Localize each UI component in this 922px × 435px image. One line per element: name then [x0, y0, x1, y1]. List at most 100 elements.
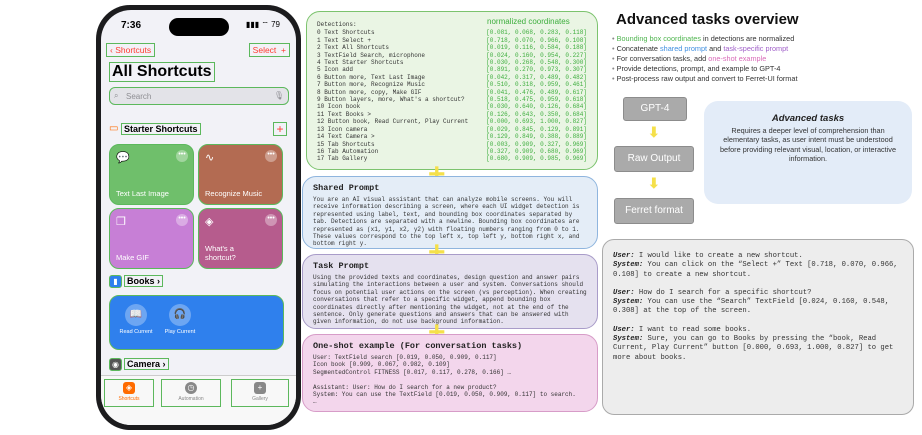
one-shot-line: Icon book [0.909, 0.067, 0.982, 0.109] [313, 361, 450, 369]
read-current-item[interactable]: 📖 Read Current [116, 304, 156, 335]
detection-coords: [0.891, 0.270, 0.973, 0.307] [486, 66, 587, 74]
detection-label: 13 Icon camera [317, 125, 368, 133]
back-label: Shortcuts [115, 45, 152, 55]
detection-coords: [0.518, 0.475, 0.959, 0.618] [486, 96, 587, 104]
tile-label: Text Last Image [116, 189, 169, 198]
detection-coords: [0.019, 0.116, 0.584, 0.188] [486, 44, 587, 52]
advanced-tasks-title: Advanced tasks [771, 113, 845, 124]
detection-label: 16 Tab Automation [317, 147, 379, 155]
one-shot-line: System: You can use the TextField [0.019… [313, 391, 576, 399]
ferret-format-box: Ferret format [614, 198, 694, 224]
detection-coords: [0.126, 0.643, 0.350, 0.684] [486, 110, 587, 118]
one-shot-line: Assistant: User: How do I search for a n… [313, 383, 497, 391]
detection-row: 13 Icon camera [0.029, 0.845, 0.129, 0.89… [317, 126, 587, 133]
headphones-icon: 🎧 [169, 304, 191, 326]
detection-label: 3 TextField Search, microphone [317, 51, 426, 59]
detection-label: 4 Text Starter Shortcuts [317, 59, 404, 67]
detection-label: 10 Icon book [317, 103, 361, 111]
detection-row: 14 Text Camera > [0.129, 0.849, 0.388, 0.… [317, 133, 587, 140]
add-shortcut-icon[interactable]: + [273, 122, 287, 136]
overview-item: Post-process raw output and convert to F… [612, 74, 912, 84]
shortcut-tile-make-gif[interactable]: ❐ ••• Make GIF [109, 208, 194, 269]
camera-heading[interactable]: Camera › [124, 358, 169, 370]
back-button[interactable]: ‹ Shortcuts [106, 43, 156, 57]
books-card[interactable]: 📖 Read Current 🎧 Play Current [109, 295, 284, 350]
detection-coords: [0.129, 0.849, 0.388, 0.889] [486, 133, 587, 141]
detection-row: 11 Text Books > [0.126, 0.643, 0.350, 0.6… [317, 111, 587, 118]
task-prompt-panel: Task Prompt Using the provided texts and… [302, 254, 598, 329]
advanced-tasks-card: Advanced tasks Requires a deeper level o… [704, 101, 912, 204]
tile-label: What's a shortcut? [205, 244, 236, 262]
one-shot-title: One-shot example (For conversation tasks… [313, 341, 523, 351]
detection-label: 12 Button book, Read Current, Play Curre… [317, 118, 469, 126]
detection-label: 15 Tab Shortcuts [317, 140, 375, 148]
tile-label: Recognize Music [205, 189, 263, 198]
detection-coords: [0.327, 0.909, 0.680, 0.969] [486, 147, 587, 155]
gallery-tab-icon: + [254, 382, 266, 394]
detection-row: 8 Button more, copy, Make GIF [0.041, 0.4… [317, 89, 587, 96]
more-icon[interactable]: ••• [265, 214, 277, 226]
more-icon[interactable]: ••• [176, 214, 188, 226]
book-icon: ▮ [109, 275, 122, 288]
books-heading[interactable]: Books › [124, 275, 164, 287]
read-current-label: Read Current [119, 329, 153, 335]
detection-coords: [0.000, 0.693, 1.000, 0.827] [486, 118, 587, 126]
more-icon[interactable]: ••• [265, 150, 277, 162]
tab-bar: ◈ Shortcuts ◷ Automation + Gallery [101, 375, 296, 425]
play-current-item[interactable]: 🎧 Play Current [160, 304, 200, 335]
microphone-icon[interactable]: 🎙 [274, 91, 284, 100]
message-icon: 💬 [116, 152, 130, 164]
detection-label: 5 Icon add [317, 66, 354, 74]
detection-row: 1 Text Select + [0.718, 0.070, 0.966, 0.1… [317, 37, 587, 44]
dynamic-island [169, 18, 229, 36]
overview-item: Concatenate shared prompt and task-speci… [612, 44, 912, 54]
detections-list: 0 Text Shortcuts [0.081, 0.068, 0.283, 0.… [317, 29, 587, 162]
tab-shortcuts[interactable]: ◈ Shortcuts [104, 379, 154, 407]
layers-tab-icon: ◈ [123, 382, 135, 394]
waveform-icon: ∿ [205, 152, 215, 164]
search-placeholder: Search [126, 92, 152, 101]
raw-output-box: Raw Output [614, 146, 694, 172]
detection-label: 1 Text Select + [317, 36, 372, 44]
search-icon: ⌕ [114, 91, 119, 100]
overview-item: For conversation tasks, add one-shot exa… [612, 54, 912, 64]
one-shot-line: … [313, 398, 317, 406]
tab-gallery[interactable]: + Gallery [231, 379, 289, 407]
detection-coords: [0.024, 0.160, 0.954, 0.227] [486, 51, 587, 59]
conversation-turn: User: I want to read some books. System: … [613, 325, 894, 362]
advanced-tasks-body: Requires a deeper level of comprehension… [719, 125, 897, 164]
phone-mockup: 7:36 ▮▮▮ ⌔ 79 ‹ Shortcuts Select + All S… [96, 5, 301, 430]
down-arrow-icon: ⬇ [648, 175, 660, 191]
gpt4-box: GPT-4 [623, 97, 687, 121]
detection-label: 7 Button more, Recognize Music [317, 81, 426, 89]
task-prompt-body: Using the provided texts and coordinates… [313, 274, 587, 326]
normalized-coordinates-label: normalized coordinates [487, 17, 570, 26]
shortcut-tile-whats-a-shortcut[interactable]: ◈ ••• What's a shortcut? [198, 208, 283, 269]
one-shot-line: User: TextField search [0.019, 0.050, 0.… [313, 354, 497, 361]
one-shot-lines: User: TextField search [0.019, 0.050, 0.… [313, 354, 587, 406]
detection-label: 8 Button more, copy, Make GIF [317, 88, 422, 96]
tab-automation[interactable]: ◷ Automation [161, 379, 221, 407]
overview-list: Bounding box coordinates in detections a… [612, 34, 912, 84]
add-icon: + [281, 45, 286, 55]
shared-prompt-title: Shared Prompt [313, 183, 380, 193]
detection-coords: [0.680, 0.909, 0.985, 0.969] [486, 155, 587, 163]
shortcut-tile-recognize-music[interactable]: ∿ ••• Recognize Music [198, 144, 283, 205]
starter-shortcuts-heading: Starter Shortcuts [121, 123, 201, 135]
detection-row: 0 Text Shortcuts [0.081, 0.068, 0.283, 0.… [317, 29, 587, 36]
detection-row: 10 Icon book [0.030, 0.640, 0.126, 0.684] [317, 103, 587, 110]
status-icons: ▮▮▮ ⌔ 79 [245, 20, 280, 29]
search-input[interactable]: ⌕ Search 🎙 [109, 87, 289, 105]
shortcut-tile-text-last-image[interactable]: 💬 ••• Text Last Image [109, 144, 194, 205]
conversation-turn: User: How do I search for a specific sho… [613, 288, 890, 316]
detection-coords: [0.003, 0.909, 0.327, 0.969] [486, 140, 587, 148]
select-button[interactable]: Select + [248, 43, 290, 57]
overview-item: Bounding box coordinates in detections a… [612, 34, 912, 44]
conversation-turn: User: I would like to create a new short… [613, 252, 898, 279]
shared-prompt-panel: Shared Prompt You are an AI visual assis… [302, 176, 598, 249]
book-open-icon: 📖 [125, 304, 147, 326]
detections-header: Detections: [317, 21, 357, 28]
detection-coords: [0.041, 0.476, 0.489, 0.617] [486, 88, 587, 96]
shared-prompt-body: You are an AI visual assistant that can … [313, 196, 580, 248]
more-icon[interactable]: ••• [176, 150, 188, 162]
